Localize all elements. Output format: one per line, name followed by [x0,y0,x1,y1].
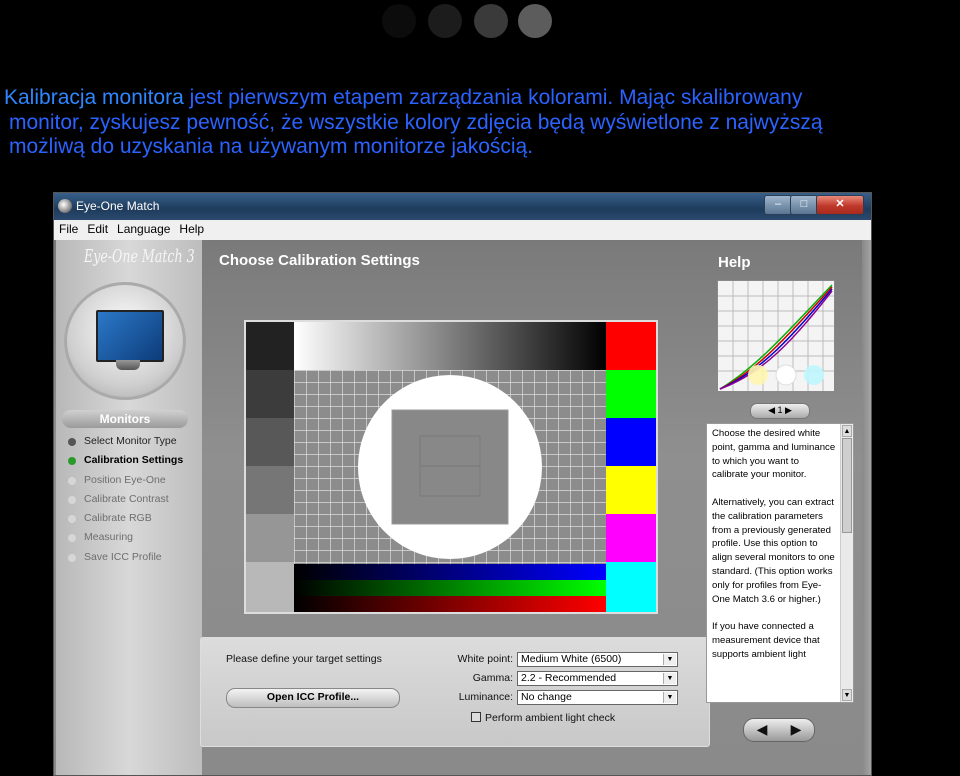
white-point-label: White point: [457,653,513,665]
monitor-stand [116,360,140,370]
back-arrow-icon[interactable]: ◀ [746,720,778,738]
wizard-navigation: ◀ ▶ [743,718,815,742]
slide-dot[interactable] [428,4,462,38]
gamma-label: Gamma: [472,672,513,684]
help-paragraph: If you have connected a measurement devi… [712,621,820,660]
window-title: Eye-One Match [76,199,160,213]
help-text: Choose the desired white point, gamma an… [712,427,836,675]
checkbox-icon[interactable] [471,712,481,722]
help-paragraph: Alternatively, you can extract the calib… [712,496,835,605]
help-page-number: 1 [777,405,783,415]
step-label: Calibration Settings [84,454,184,467]
intro-line-3: możliwą do uzyskania na używanym monitor… [9,135,534,158]
step-label: Calibrate RGB [84,512,152,525]
help-illustration [717,280,835,392]
slide-indicator [382,4,552,40]
minimize-button[interactable]: – [764,195,792,215]
intro-highlight: Kalibracja monitora [4,86,184,109]
chevron-down-icon: ▼ [663,654,676,665]
menu-file[interactable]: File [54,220,82,236]
scroll-thumb[interactable] [842,438,852,533]
menu-help[interactable]: Help [174,220,208,236]
white-point-select[interactable]: Medium White (6500) ▼ [517,652,678,667]
monitor-icon [96,310,164,362]
window-right-edge [862,240,871,775]
gamma-select[interactable]: 2.2 - Recommended ▼ [517,671,678,686]
target-settings-panel: Please define your target settings Open … [200,637,710,747]
step-bullet-icon [68,553,76,562]
slide-dot[interactable] [518,4,552,38]
ambient-light-label: Perform ambient light check [485,712,616,724]
scroll-down-icon[interactable]: ▼ [842,689,852,701]
menu-edit[interactable]: Edit [82,220,112,236]
section-header: Monitors [62,410,188,428]
help-pager[interactable]: ◀ 1 ▶ [750,403,810,419]
next-arrow-icon[interactable]: ▶ [780,720,812,738]
slide-dot[interactable] [474,4,508,38]
help-title: Help [718,254,751,271]
step-bullet-icon [68,495,76,504]
step-bullet-icon [68,515,76,524]
open-icc-profile-button[interactable]: Open ICC Profile... [226,688,400,708]
maximize-button[interactable]: □ [790,195,818,215]
wizard-sidebar: Eye-One Match 3 Monitors Select Monitor … [56,240,202,775]
app-icon [58,199,72,213]
chevron-down-icon: ▼ [663,673,676,684]
page-title: Choose Calibration Settings [219,252,420,269]
intro-line-2: monitor, zyskujesz pewność, że wszystkie… [9,110,823,134]
slide-dot[interactable] [382,4,416,38]
scroll-up-icon[interactable]: ▲ [842,425,852,437]
close-button[interactable]: ✕ [816,195,864,215]
luminance-value: No change [521,691,572,703]
help-paragraph: Choose the desired white point, gamma an… [712,428,836,481]
app-window: Eye-One Match – □ ✕ File Edit Language Help… [53,192,872,776]
ambient-light-checkbox[interactable]: Perform ambient light check [471,712,615,724]
help-scrollbar[interactable]: ▲ ▼ [840,424,853,702]
wizard-client-area: Eye-One Match 3 Monitors Select Monitor … [54,240,871,775]
help-text-box: Choose the desired white point, gamma an… [706,423,854,703]
product-logo: Eye-One Match 3 [84,246,195,267]
intro-line-1: jest pierwszym etapem zarządzania kolora… [183,86,803,109]
title-bar[interactable]: Eye-One Match – □ ✕ [54,193,871,220]
step-label: Save ICC Profile [84,550,162,563]
step-label: Calibrate Contrast [84,492,169,505]
gamma-value: 2.2 - Recommended [521,672,617,684]
step-label: Select Monitor Type [84,435,177,447]
chevron-down-icon: ▼ [663,692,676,703]
monitor-illustration [64,282,186,400]
intro-paragraph: Kalibracja monitora jest pierwszym etape… [4,86,959,160]
step-bullet-icon [68,534,76,543]
menu-bar: File Edit Language Help [54,220,871,241]
step-label: Position Eye-One [84,473,166,486]
step-bullet-icon [68,438,76,446]
settings-prompt: Please define your target settings [226,653,382,665]
luminance-select[interactable]: No change ▼ [517,690,678,705]
step-bullet-icon [68,457,76,466]
menu-language[interactable]: Language [112,220,174,236]
step-label: Measuring [84,531,134,544]
calibration-test-image [244,320,658,614]
luminance-label: Luminance: [458,691,513,703]
step-bullet-icon [68,476,76,485]
white-point-value: Medium White (6500) [521,653,622,665]
